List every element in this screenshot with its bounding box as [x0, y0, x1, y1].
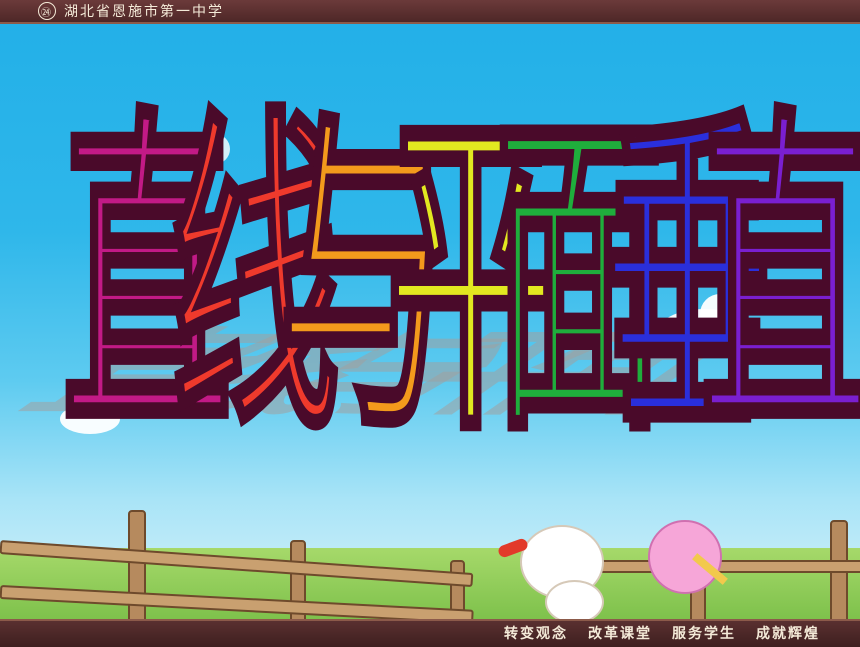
- slide: 直 线 与 平 面 直 线 与 平 面 垂 直 ㉔ 湖北省恩施市第一中学 转变观…: [0, 0, 860, 647]
- motto: 转变观念 改革课堂 服务学生 成就辉煌: [504, 623, 820, 643]
- title-char: 直: [698, 78, 860, 478]
- school-name: 湖北省恩施市第一中学: [64, 4, 224, 20]
- school-header: ㉔ 湖北省恩施市第一中学: [38, 1, 224, 21]
- school-logo-icon: ㉔: [38, 2, 56, 20]
- motto-item: 改革课堂: [588, 626, 652, 642]
- motto-item: 成就辉煌: [756, 626, 820, 642]
- slide-title: 直 线 与 平 面 垂 直: [0, 0, 860, 645]
- header-bar: ㉔ 湖北省恩施市第一中学: [0, 0, 860, 24]
- footer-bar: 转变观念 改革课堂 服务学生 成就辉煌: [0, 619, 860, 647]
- motto-item: 转变观念: [504, 626, 568, 642]
- motto-item: 服务学生: [672, 626, 736, 642]
